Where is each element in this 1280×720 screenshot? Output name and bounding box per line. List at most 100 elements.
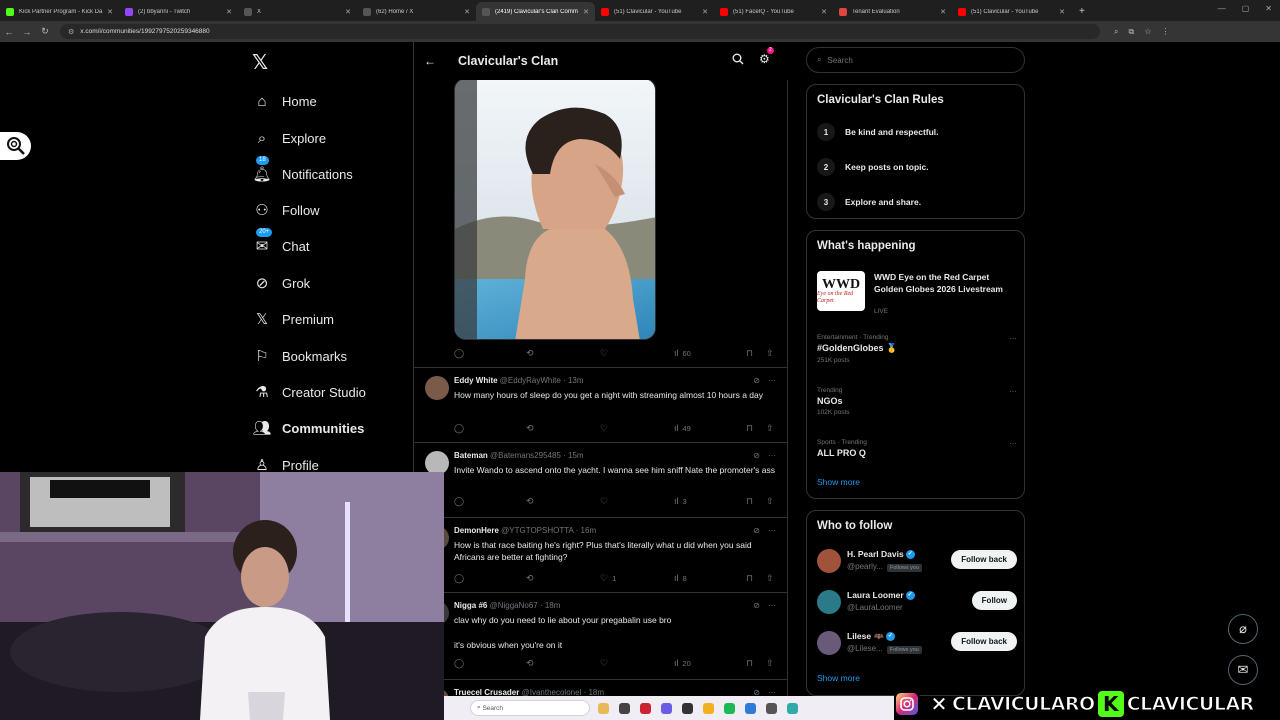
views-icon[interactable]: ıl 20 bbox=[674, 658, 691, 668]
browser-tab[interactable]: X ✕ bbox=[238, 2, 357, 21]
x-logo-icon[interactable]: 𝕏 bbox=[252, 50, 268, 74]
share-icon[interactable]: ⇧ bbox=[766, 496, 774, 507]
app-icon[interactable] bbox=[682, 702, 693, 714]
tweet-author-handle[interactable]: @EddyRayWhite bbox=[500, 376, 561, 385]
follow-suggestion[interactable]: Laura Loomer ✓ @LauraLoomer Follow bbox=[817, 588, 1017, 618]
zoom-icon[interactable]: ⌕ bbox=[1114, 27, 1118, 37]
follow-suggestion[interactable]: Lilese 🦇 ✓ @Lilese... Follows you Follow bac… bbox=[817, 629, 1017, 659]
views-icon[interactable]: ıl 3 bbox=[674, 496, 687, 506]
nav-item-premium[interactable]: 𝕏 Premium bbox=[252, 307, 334, 331]
reply-icon[interactable]: ◯ bbox=[454, 348, 464, 359]
follow-name[interactable]: H. Pearl Davis bbox=[847, 549, 904, 559]
back-icon[interactable]: ← bbox=[0, 27, 18, 37]
extension-icon[interactable]: ⧉ bbox=[1128, 27, 1134, 37]
follow-button[interactable]: Follow back bbox=[951, 632, 1017, 651]
reply-icon[interactable]: ◯ bbox=[454, 658, 464, 669]
new-tab-icon[interactable]: + bbox=[1079, 2, 1085, 21]
tweet[interactable]: Nigga #6 @NiggaNo67 · 18m ⊘ ··· clav why do… bbox=[414, 592, 788, 679]
grok-fab-icon[interactable]: ⌀ bbox=[1228, 614, 1258, 644]
rule-item[interactable]: 3 Explore and share. bbox=[817, 193, 921, 211]
repost-icon[interactable]: ⟲ bbox=[526, 348, 534, 359]
tab-close-icon[interactable]: ✕ bbox=[583, 8, 589, 16]
reload-icon[interactable]: ↻ bbox=[36, 26, 54, 37]
views-icon[interactable]: ıl 8 bbox=[674, 573, 687, 583]
app-icon[interactable] bbox=[640, 702, 651, 714]
views-icon[interactable]: ıl 60 bbox=[674, 348, 691, 358]
follow-button[interactable]: Follow back bbox=[951, 550, 1017, 569]
views-icon[interactable]: ıl 49 bbox=[674, 423, 691, 433]
app-icon[interactable] bbox=[745, 702, 756, 714]
tab-close-icon[interactable]: ✕ bbox=[107, 8, 113, 16]
grok-icon[interactable]: ⊘ bbox=[753, 601, 760, 610]
browser-tab[interactable]: (51) Clavicular - YouTube ✕ bbox=[952, 2, 1071, 21]
more-icon[interactable]: ··· bbox=[1009, 387, 1017, 396]
repost-icon[interactable]: ⟲ bbox=[526, 496, 534, 507]
app-icon[interactable] bbox=[661, 702, 672, 714]
reply-icon[interactable]: ◯ bbox=[454, 573, 464, 584]
browser-tab[interactable]: Tenant Evaluation ✕ bbox=[833, 2, 952, 21]
share-icon[interactable]: ⇧ bbox=[766, 658, 774, 669]
tweet-author-name[interactable]: Eddy White bbox=[454, 376, 498, 385]
grok-icon[interactable]: ⊘ bbox=[753, 526, 760, 535]
more-icon[interactable]: ··· bbox=[768, 451, 776, 460]
rule-item[interactable]: 1 Be kind and respectful. bbox=[817, 123, 939, 141]
reply-icon[interactable]: ◯ bbox=[454, 423, 464, 434]
browser-tab[interactable]: Kick Partner Program - Kick Da ✕ bbox=[0, 2, 119, 21]
tweet[interactable]: Eddy White @EddyRayWhite · 13m ⊘ ··· How ma… bbox=[414, 367, 788, 442]
nav-item-notifications[interactable]: 🔔︎ 18 Notifications bbox=[252, 156, 353, 186]
tweet[interactable]: Bateman @Batemans295485 · 15m ⊘ ··· Invite … bbox=[414, 442, 788, 517]
share-icon[interactable]: ⇧ bbox=[766, 423, 774, 434]
share-icon[interactable]: ⇧ bbox=[766, 348, 774, 359]
repost-icon[interactable]: ⟲ bbox=[526, 423, 534, 434]
grok-icon[interactable]: ⊘ bbox=[753, 451, 760, 460]
avatar[interactable] bbox=[425, 376, 449, 400]
app-icon[interactable] bbox=[766, 702, 777, 714]
tweet-timestamp[interactable]: · 13m bbox=[563, 376, 583, 385]
tweet-author-name[interactable]: DemonHere bbox=[454, 526, 499, 535]
chrome-icon[interactable] bbox=[703, 702, 714, 714]
tab-close-icon[interactable]: ✕ bbox=[940, 8, 946, 16]
nav-item-explore[interactable]: ⌕ Explore bbox=[252, 126, 326, 150]
like-icon[interactable]: ♡ 1 bbox=[600, 573, 616, 584]
like-icon[interactable]: ♡ bbox=[600, 496, 608, 507]
browser-tab[interactable]: (2) bbyanni - Twitch ✕ bbox=[119, 2, 238, 21]
bookmark-icon[interactable]: ⊓ bbox=[746, 658, 753, 669]
nav-item-bookmarks[interactable]: ⚐ Bookmarks bbox=[252, 344, 347, 368]
repost-icon[interactable]: ⟲ bbox=[526, 573, 534, 584]
reply-icon[interactable]: ◯ bbox=[454, 496, 464, 507]
app-icon[interactable] bbox=[598, 702, 609, 714]
menu-icon[interactable]: ⋮ bbox=[1161, 27, 1169, 37]
star-icon[interactable]: ☆ bbox=[1144, 27, 1151, 37]
bookmark-icon[interactable]: ⊓ bbox=[746, 496, 753, 507]
taskbar-search-input[interactable]: ⌕ Search bbox=[470, 700, 590, 716]
magnifier-icon[interactable] bbox=[0, 132, 31, 160]
repost-icon[interactable]: ⟲ bbox=[526, 658, 534, 669]
more-icon[interactable]: ··· bbox=[1009, 334, 1017, 343]
nav-item-communities[interactable]: 👥︎ Communities bbox=[252, 416, 364, 440]
browser-tab[interactable]: (51) FaceIQ - YouTube ✕ bbox=[714, 2, 833, 21]
like-icon[interactable]: ♡ bbox=[600, 423, 608, 434]
more-icon[interactable]: ··· bbox=[768, 526, 776, 535]
featured-title[interactable]: WWD Eye on the Red Carpet Golden Globes … bbox=[874, 271, 1014, 295]
forward-icon[interactable]: → bbox=[18, 27, 36, 37]
tab-close-icon[interactable]: ✕ bbox=[345, 8, 351, 16]
bookmark-icon[interactable]: ⊓ bbox=[746, 573, 753, 584]
search-input[interactable]: ⌕ Search bbox=[806, 47, 1025, 73]
tweet-author-handle[interactable]: @Batemans295485 bbox=[490, 451, 561, 460]
trend-item[interactable]: Sports · Trending ALL PRO Q ··· bbox=[817, 439, 1017, 458]
avatar[interactable] bbox=[817, 631, 841, 655]
more-icon[interactable]: ··· bbox=[768, 376, 776, 385]
browser-tab[interactable]: (62) Home / X ✕ bbox=[357, 2, 476, 21]
like-icon[interactable]: ♡ bbox=[600, 658, 608, 669]
trend-item[interactable]: Entertainment · Trending #GoldenGlobes 🥇 2… bbox=[817, 334, 1017, 364]
tweet-author-name[interactable]: Nigga #6 bbox=[454, 601, 487, 610]
nav-item-grok[interactable]: ⊘ Grok bbox=[252, 271, 310, 295]
tweet-timestamp[interactable]: · 18m bbox=[540, 601, 560, 610]
site-info-icon[interactable]: ⚙ bbox=[68, 28, 74, 36]
featured-thumbnail[interactable]: WWD Eye on the Red Carpet bbox=[817, 271, 865, 311]
app-icon[interactable] bbox=[619, 702, 630, 714]
tweet[interactable]: DemonHere @YTGTOPSHOTTA · 16m ⊘ ··· How is … bbox=[414, 517, 788, 592]
tweet-author-handle[interactable]: @YTGTOPSHOTTA bbox=[501, 526, 573, 535]
search-icon[interactable] bbox=[732, 53, 744, 68]
messages-fab-icon[interactable]: ✉ bbox=[1228, 655, 1258, 685]
